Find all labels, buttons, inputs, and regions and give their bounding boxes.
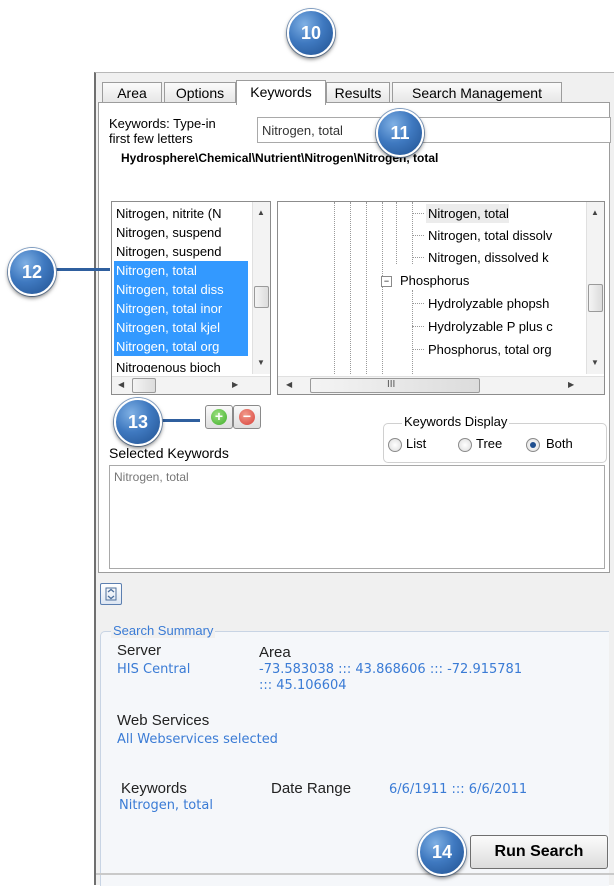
search-summary-title: Search Summary <box>111 623 216 638</box>
selected-keywords-box[interactable]: Nitrogen, total <box>109 465 605 569</box>
keyword-list[interactable]: Nitrogen, nitrite (N Nitrogen, suspend N… <box>111 201 271 395</box>
keyword-search-input[interactable]: Nitrogen, total <box>257 117 611 143</box>
scroll-down-icon[interactable]: ▼ <box>257 358 265 367</box>
tree-node[interactable]: Hydrolyzable phopsh <box>426 294 574 313</box>
area-value-line1: -73.583038 ::: 43.868606 ::: -72.915781 <box>259 662 523 677</box>
search-window: Area Options Keywords Results Search Man… <box>94 72 614 886</box>
keywords-summary-value: Nitrogen, total <box>119 798 213 813</box>
collapse-panel-button[interactable] <box>100 583 122 605</box>
collapse-icon[interactable]: − <box>381 276 392 287</box>
web-services-value: All Webservices selected <box>117 732 278 747</box>
keywords-display-group: Keywords Display List Tree Both <box>383 414 607 463</box>
date-range-label: Date Range <box>271 780 352 797</box>
scroll-left-icon[interactable]: ◀ <box>286 380 292 389</box>
scroll-right-icon[interactable]: ▶ <box>568 380 574 389</box>
keywords-panel: Keywords: Type-in first few letters Nitr… <box>98 102 611 573</box>
remove-keyword-button[interactable]: − <box>233 405 261 429</box>
tree-node[interactable]: Nitrogen, total dissolv <box>426 226 574 245</box>
tab-search-management[interactable]: Search Management <box>392 82 562 104</box>
keywords-summary-label: Keywords <box>121 780 187 797</box>
callout-12: 12 <box>8 248 56 296</box>
keyword-tree-hscroll-thumb[interactable]: III <box>310 378 480 393</box>
keyword-tree[interactable]: Nitrogen, total Nitrogen, total dissolv … <box>277 201 605 395</box>
date-range-value: 6/6/1911 ::: 6/6/2011 <box>389 782 528 797</box>
keyword-tree-vscrollbar[interactable]: ▲ ▼ <box>586 202 604 374</box>
scroll-grip-icon: III <box>387 379 396 390</box>
radio-tree[interactable] <box>458 438 472 452</box>
list-item[interactable]: Nitrogen, nitrite (N <box>114 204 248 223</box>
tree-node[interactable]: Nitrogen, dissolved k <box>426 248 574 267</box>
callout-12-pointer <box>52 268 110 271</box>
footer-divider <box>96 873 614 875</box>
radio-list-label[interactable]: List <box>406 436 426 451</box>
scroll-down-icon[interactable]: ▼ <box>591 358 599 367</box>
list-item-selected[interactable]: Nitrogen, total diss <box>114 280 248 299</box>
keyword-list-hscrollbar[interactable]: ◀ ▶ <box>112 376 270 394</box>
server-value: HIS Central <box>117 662 191 677</box>
selected-keywords-label: Selected Keywords <box>109 445 229 461</box>
tree-node[interactable]: Hydrolyzable P plus c <box>426 317 574 336</box>
radio-tree-label[interactable]: Tree <box>476 436 502 451</box>
area-value-line2: ::: 45.106604 <box>259 678 347 693</box>
run-search-button[interactable]: Run Search <box>470 835 608 869</box>
tab-area[interactable]: Area <box>102 82 162 104</box>
callout-14: 14 <box>418 828 466 876</box>
list-item[interactable]: Nitrogen, suspend <box>114 223 248 242</box>
radio-both[interactable] <box>526 438 540 452</box>
keyword-list-vscroll-thumb[interactable] <box>254 286 269 308</box>
keywords-label-line2: first few letters <box>109 131 193 146</box>
callout-13-pointer <box>158 419 200 422</box>
list-item-selected[interactable]: Nitrogen, total org <box>114 337 248 356</box>
scroll-left-icon[interactable]: ◀ <box>118 380 124 389</box>
radio-list[interactable] <box>388 438 402 452</box>
keyword-tree-vscroll-thumb[interactable] <box>588 284 603 312</box>
keyword-search-input-value: Nitrogen, total <box>262 123 343 138</box>
selected-keywords-value: Nitrogen, total <box>114 470 189 484</box>
radio-both-label[interactable]: Both <box>546 436 573 451</box>
callout-10: 10 <box>287 9 335 57</box>
keywords-label: Keywords: Type-in first few letters <box>109 116 216 146</box>
callout-13: 13 <box>114 398 162 446</box>
keyword-list-vscrollbar[interactable]: ▲ ▼ <box>252 202 270 374</box>
tree-node[interactable]: Nitrogen, total <box>426 204 509 223</box>
tree-node[interactable]: Phosphorus, total org <box>426 340 574 359</box>
tree-node[interactable]: Phosphorus <box>398 271 469 290</box>
tab-options[interactable]: Options <box>164 82 236 104</box>
tab-results[interactable]: Results <box>326 82 390 104</box>
list-item[interactable]: Nitrogen, suspend <box>114 242 248 261</box>
list-item-selected[interactable]: Nitrogen, total <box>114 261 248 280</box>
list-item[interactable]: Nitrogenous bioch <box>114 358 248 372</box>
keywords-label-line1: Keywords: Type-in <box>109 116 216 131</box>
minus-icon: − <box>239 409 255 425</box>
keyword-list-hscroll-thumb[interactable] <box>132 378 156 393</box>
plus-icon: + <box>211 409 227 425</box>
area-label: Area <box>259 644 291 661</box>
callout-11: 11 <box>376 109 424 157</box>
server-label: Server <box>117 642 162 659</box>
keywords-display-legend: Keywords Display <box>402 414 510 429</box>
tab-keywords[interactable]: Keywords <box>236 80 326 105</box>
scroll-right-icon[interactable]: ▶ <box>232 380 238 389</box>
expand-collapse-icon <box>105 587 117 601</box>
scroll-up-icon[interactable]: ▲ <box>591 208 599 217</box>
keyword-tree-hscrollbar[interactable]: ◀ III ▶ <box>278 376 604 394</box>
scroll-up-icon[interactable]: ▲ <box>257 208 265 217</box>
web-services-label: Web Services <box>117 712 210 729</box>
list-item-selected[interactable]: Nitrogen, total inor <box>114 299 248 318</box>
add-keyword-button[interactable]: + <box>205 405 233 429</box>
list-item-selected[interactable]: Nitrogen, total kjel <box>114 318 248 337</box>
